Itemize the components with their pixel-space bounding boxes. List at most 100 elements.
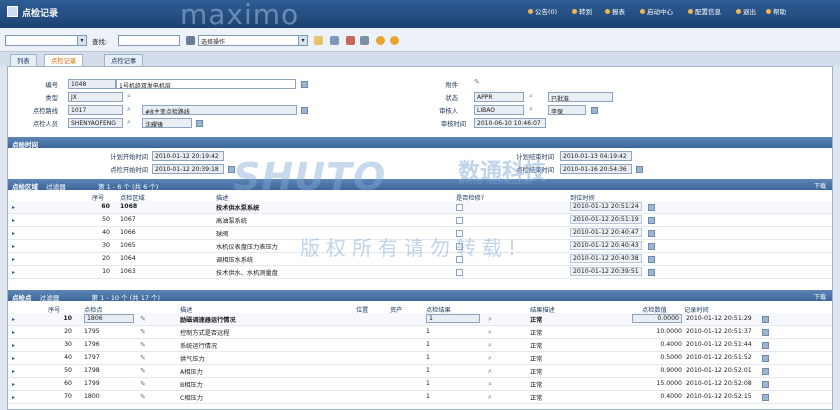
lookup-icon[interactable]: ⌕	[488, 315, 492, 324]
expand-arrow-icon[interactable]: ▸	[12, 329, 15, 336]
lookup-icon[interactable]: ⌕	[488, 341, 492, 350]
edit-pencil-icon[interactable]: ✎	[140, 380, 146, 388]
table-row[interactable]: ▸ 60 1068 技术供水泵系统 2010-01-12 20:51:24	[8, 201, 832, 214]
find-input[interactable]	[118, 35, 180, 46]
lookup-icon[interactable]: ⌕	[127, 92, 131, 101]
number-field[interactable]: 1048	[68, 79, 116, 89]
under-repair-checkbox[interactable]	[456, 217, 463, 224]
nav-goto[interactable]: 转到	[572, 6, 592, 16]
under-repair-checkbox[interactable]	[456, 269, 463, 276]
calendar-icon[interactable]	[762, 394, 769, 401]
approve-time-field[interactable]: 2010-06-10 10:46:07	[474, 118, 546, 128]
edit-pencil-icon[interactable]: ✎	[140, 367, 146, 375]
expand-arrow-icon[interactable]: ▸	[12, 355, 15, 362]
table-row[interactable]: ▸ 60 1799 ✎ B相压力 1 ⌕ 正常 15.0000 2010-01-12 20:52:…	[8, 378, 832, 391]
table-row[interactable]: ▸ 50 1798 ✎ A相压力 1 ⌕ 正常 0.9000 2010-01-12 20:52:0…	[8, 365, 832, 378]
lookup-icon[interactable]: ⌕	[488, 354, 492, 363]
under-repair-checkbox[interactable]	[456, 204, 463, 211]
calendar-icon[interactable]	[636, 166, 643, 173]
save-icon[interactable]	[330, 36, 339, 45]
nav-start-center[interactable]: 启动中心	[640, 6, 673, 16]
expand-arrow-icon[interactable]: ▸	[12, 342, 15, 349]
table-row[interactable]: ▸ 20 1795 ✎ 控制方式是否远程 1 ⌕ 正常 10.0000 2010-01-12 20…	[8, 326, 832, 339]
type-field[interactable]: JX	[68, 92, 123, 102]
nav-bulletin[interactable]: 公告(0)	[528, 6, 557, 16]
long-description-icon[interactable]	[301, 81, 308, 88]
actual-start-field[interactable]: 2010-01-12 20:39:18	[152, 164, 224, 174]
expand-arrow-icon[interactable]: ▸	[12, 217, 15, 224]
calendar-icon[interactable]	[762, 368, 769, 375]
expand-arrow-icon[interactable]: ▸	[12, 368, 15, 375]
table-row[interactable]: ▸ 70 1800 ✎ C相压力 1 ⌕ 正常 0.4000 2010-01-12 20:52:1…	[8, 391, 832, 404]
lookup-icon[interactable]: ⌕	[529, 92, 533, 101]
expand-arrow-icon[interactable]: ▸	[12, 256, 15, 263]
calendar-icon[interactable]	[762, 329, 769, 336]
lookup-icon[interactable]: ⌕	[488, 328, 492, 337]
edit-pencil-icon[interactable]: ✎	[140, 328, 146, 336]
edit-pencil-icon[interactable]: ✎	[140, 393, 146, 401]
calendar-icon[interactable]	[762, 355, 769, 362]
calendar-icon[interactable]	[648, 243, 655, 250]
description-field[interactable]: 1号机组双发电机层	[116, 79, 296, 89]
previous-record-icon[interactable]	[376, 36, 385, 45]
tab-list[interactable]: 列表	[10, 54, 37, 66]
status-field[interactable]: APPR	[474, 92, 524, 102]
calendar-icon[interactable]	[648, 269, 655, 276]
saved-query-select[interactable]: ▾	[5, 35, 87, 46]
expand-arrow-icon[interactable]: ▸	[12, 230, 15, 237]
table-row[interactable]: ▸ 10 1806 ✎ 励磁调速器运行情况 1 ⌕ 正常 0.0000 2010-01-12 20…	[8, 313, 832, 326]
nav-profile[interactable]: 配置信息	[688, 6, 721, 16]
person-field[interactable]: SHENYAOFENG	[68, 118, 123, 128]
expand-arrow-icon[interactable]: ▸	[12, 381, 15, 388]
long-description-icon[interactable]	[591, 107, 598, 114]
expand-arrow-icon[interactable]: ▸	[12, 269, 15, 276]
point-filter-button[interactable]: 过滤器	[40, 294, 60, 302]
lookup-icon[interactable]: ⌕	[488, 367, 492, 376]
lookup-icon[interactable]: ⌕	[488, 380, 492, 389]
time-section-header[interactable]: 点检时间	[8, 137, 832, 149]
expand-arrow-icon[interactable]: ▸	[12, 394, 15, 401]
lookup-icon[interactable]: ⌕	[529, 105, 533, 114]
print-icon[interactable]	[360, 36, 369, 45]
calendar-icon[interactable]	[762, 316, 769, 323]
table-row[interactable]: ▸ 40 1797 ✎ 供气压力 1 ⌕ 正常 0.5000 2010-01-12 20:51:5…	[8, 352, 832, 365]
area-download-button[interactable]: 下载	[814, 181, 826, 190]
calendar-icon[interactable]	[648, 256, 655, 263]
approver-field[interactable]: LIBAO	[474, 105, 524, 115]
route-field[interactable]: 1017	[68, 105, 123, 115]
bulletin-board-icon[interactable]	[346, 36, 355, 45]
nav-signout[interactable]: 退出	[736, 6, 756, 16]
area-filter-button[interactable]: 过滤器	[46, 183, 66, 191]
next-record-icon[interactable]	[390, 36, 399, 45]
expand-arrow-icon[interactable]: ▸	[12, 243, 15, 250]
binoculars-icon[interactable]	[186, 36, 195, 45]
actual-end-field[interactable]: 2010-01-16 20:54:36	[560, 164, 632, 174]
expand-arrow-icon[interactable]: ▸	[12, 204, 15, 211]
tab-inspection-notes[interactable]: 点检记事	[104, 54, 144, 66]
calendar-icon[interactable]	[648, 217, 655, 224]
edit-pencil-icon[interactable]: ✎	[140, 341, 146, 349]
calendar-icon[interactable]	[762, 342, 769, 349]
attachments-paperclip-icon[interactable]: ✎	[474, 78, 480, 86]
table-row[interactable]: ▸ 10 1063 技术供水、水机测量盘 2010-01-12 20:39:51	[8, 266, 832, 279]
nav-reports[interactable]: 报表	[605, 6, 625, 16]
plan-end-field[interactable]: 2010-01-13 04:19:42	[560, 151, 632, 161]
lookup-icon[interactable]: ⌕	[127, 105, 131, 114]
table-row[interactable]: ▸ 50 1067 高油泵系统 2010-01-12 20:51:19	[8, 214, 832, 227]
new-record-icon[interactable]	[314, 36, 323, 45]
nav-help[interactable]: 帮助	[766, 6, 786, 16]
long-description-icon[interactable]	[301, 107, 308, 114]
calendar-icon[interactable]	[648, 230, 655, 237]
edit-pencil-icon[interactable]: ✎	[140, 315, 146, 323]
calendar-icon[interactable]	[648, 204, 655, 211]
calendar-icon[interactable]	[762, 381, 769, 388]
expand-arrow-icon[interactable]: ▸	[12, 316, 15, 323]
lookup-icon[interactable]: ⌕	[127, 118, 131, 127]
plan-start-field[interactable]: 2010-01-12 20:19:42	[152, 151, 224, 161]
lookup-icon[interactable]: ⌕	[488, 393, 492, 402]
long-description-icon[interactable]	[196, 120, 203, 127]
edit-pencil-icon[interactable]: ✎	[140, 354, 146, 362]
table-row[interactable]: ▸ 30 1796 ✎ 系统运行情况 1 ⌕ 正常 0.4000 2010-01-12 20:51…	[8, 339, 832, 352]
select-action-dropdown[interactable]: 选择操作 ▾	[198, 35, 308, 46]
point-download-button[interactable]: 下载	[814, 292, 826, 301]
